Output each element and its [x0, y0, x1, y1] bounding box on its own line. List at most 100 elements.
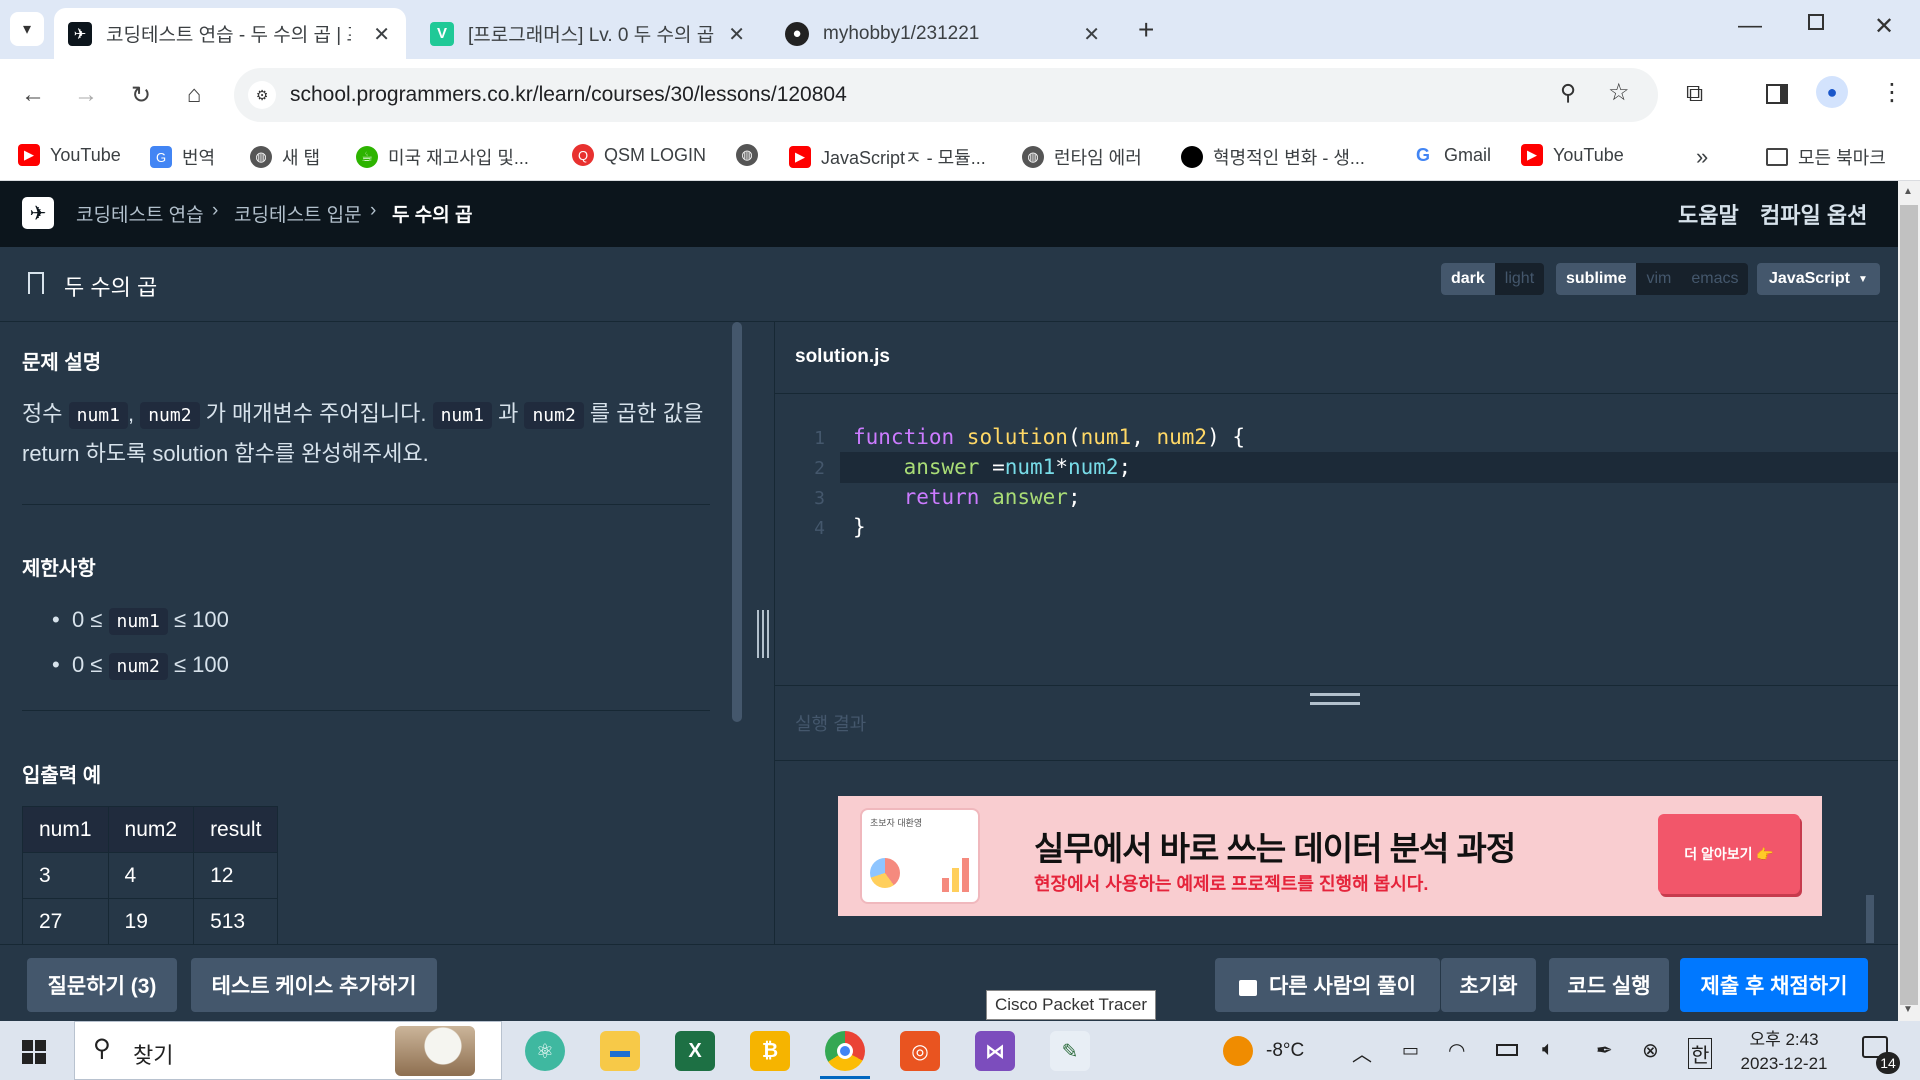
bookmark-item[interactable]: ▶ JavaScriptㅈ - 모듈...	[789, 144, 986, 170]
atom-app-icon[interactable]: ⚛	[525, 1031, 565, 1071]
left-scrollbar[interactable]	[732, 322, 742, 722]
browser-tab-active[interactable]: ✈ 코딩테스트 연습 - 두 수의 곱 | 프로그래머스 스쿨 ✕	[54, 8, 406, 59]
close-window-icon[interactable]: ✕	[1874, 12, 1894, 41]
clock-date[interactable]: 2023-12-21	[1734, 1054, 1834, 1074]
page-scrollbar-thumb[interactable]	[1900, 205, 1918, 1005]
bookmark-item[interactable]: 혁명적인 변화 - 생...	[1181, 144, 1365, 170]
browser-tab[interactable]: V [프로그래머스] Lv. 0 두 수의 곱 ✕	[416, 8, 761, 59]
result-resize-handle[interactable]	[1310, 693, 1360, 705]
code-line[interactable]: answer =num1*num2;	[853, 455, 1132, 479]
breadcrumb-item[interactable]: 코딩테스트 입문	[234, 200, 362, 227]
sidepanel-icon[interactable]	[1766, 84, 1788, 104]
taskbar-search-box[interactable]: ⚲ 찾기	[74, 1021, 502, 1080]
bookmark-item[interactable]: G Gmail	[1412, 144, 1491, 166]
compile-options-link[interactable]: 컴파일 옵션	[1760, 198, 1867, 230]
minimize-icon[interactable]: —	[1738, 12, 1762, 40]
ad-banner[interactable]: 초보자 대환영 실무에서 바로 쓰는 데이터 분석 과정 현장에서 사용하는 예…	[838, 796, 1822, 916]
code-line[interactable]: }	[853, 515, 866, 539]
keymap-sublime-button[interactable]: sublime	[1556, 263, 1637, 295]
ask-question-button[interactable]: 질문하기 (3)	[27, 958, 177, 1012]
weather-icon[interactable]	[1223, 1036, 1253, 1066]
profile-avatar-icon[interactable]: ●	[1816, 76, 1848, 108]
wifi-icon[interactable]: ◠	[1448, 1038, 1465, 1063]
search-placeholder: 찾기	[133, 1043, 174, 1068]
menu-kebab-icon[interactable]: ⋮	[1880, 78, 1904, 107]
scroll-down-icon[interactable]: ▼	[1903, 1004, 1913, 1015]
volume-icon[interactable]: 🔈︎	[1542, 1038, 1554, 1061]
others-solutions-button[interactable]: 다른 사람의 풀이	[1215, 958, 1440, 1012]
browser-tab[interactable]: ● myhobby1/231221 ✕	[771, 8, 1116, 59]
text-span: 가 매개변수 주어집니다.	[205, 401, 427, 426]
site-info-icon[interactable]: ⚙	[248, 81, 276, 109]
ad-cta-button[interactable]: 더 알아보기 👉	[1658, 814, 1800, 894]
panel-splitter-handle[interactable]	[757, 610, 769, 658]
bookmark-label: 런타임 에러	[1054, 148, 1142, 168]
table-cell: 4	[107, 852, 195, 899]
camera-icon[interactable]: ▭	[1402, 1040, 1419, 1061]
keymap-emacs-button[interactable]: emacs	[1681, 263, 1748, 295]
extensions-icon[interactable]: ⧉	[1686, 80, 1703, 108]
zoom-icon[interactable]: ⚲	[1560, 80, 1576, 106]
new-tab-icon[interactable]: +	[1138, 14, 1154, 46]
ime-off-icon[interactable]: ⊗	[1642, 1038, 1659, 1063]
code-line[interactable]: return answer;	[853, 485, 1081, 509]
windows-start-icon[interactable]	[22, 1040, 46, 1064]
run-code-button[interactable]: 코드 실행	[1549, 958, 1669, 1012]
bookmark-item[interactable]: ☕ 미국 재고사입 및...	[356, 144, 529, 170]
reset-button[interactable]: 초기화	[1441, 958, 1536, 1012]
url-text[interactable]: school.programmers.co.kr/learn/courses/3…	[290, 83, 847, 107]
globe-icon: ◍	[736, 144, 758, 166]
ad-subtitle: 현장에서 사용하는 예제로 프로젝트를 진행해 봅시다.	[1034, 874, 1429, 894]
ubuntu-icon[interactable]: ◎	[900, 1031, 940, 1071]
all-bookmarks[interactable]: 모든 북마크	[1766, 144, 1886, 170]
close-tab-icon[interactable]: ✕	[373, 22, 390, 47]
bookmark-item[interactable]: ◍ 런타임 에러	[1022, 144, 1142, 170]
file-explorer-icon[interactable]: ▬	[600, 1031, 640, 1071]
submit-button[interactable]: 제출 후 채점하기	[1680, 958, 1868, 1012]
bookmark-item[interactable]: ◍	[736, 144, 768, 166]
keymap-vim-button[interactable]: vim	[1636, 263, 1681, 295]
forward-icon[interactable]: →	[68, 77, 104, 113]
add-test-case-button[interactable]: 테스트 케이스 추가하기	[191, 958, 437, 1012]
theme-dark-button[interactable]: dark	[1441, 263, 1495, 295]
result-scrollbar[interactable]	[1866, 895, 1874, 943]
more-bookmarks-icon[interactable]: »	[1696, 144, 1708, 170]
scroll-up-icon[interactable]: ▲	[1903, 186, 1913, 197]
code-token: function	[853, 425, 967, 449]
cisco-packet-tracer-icon[interactable]: ✎	[1050, 1031, 1090, 1071]
programmers-logo-icon[interactable]: ✈	[22, 197, 54, 229]
battery-icon[interactable]	[1496, 1044, 1518, 1056]
bookmark-item[interactable]: G 번역	[150, 144, 215, 170]
code-token: =	[992, 455, 1005, 479]
theme-light-button[interactable]: light	[1495, 263, 1544, 295]
ad-title: 실무에서 바로 쓰는 데이터 분석 과정	[1034, 830, 1516, 867]
bookmark-item[interactable]: ▶ YouTube	[18, 144, 121, 166]
chrome-icon[interactable]	[825, 1031, 865, 1071]
close-tab-icon[interactable]: ✕	[728, 22, 745, 47]
breadcrumb-item[interactable]: 코딩테스트 연습	[76, 200, 204, 227]
weather-temp[interactable]: -8°C	[1266, 1040, 1304, 1062]
code-line[interactable]: function solution(num1, num2) {	[853, 425, 1245, 449]
chevron-up-icon[interactable]: ︿	[1352, 1038, 1372, 1067]
help-link[interactable]: 도움말	[1678, 198, 1739, 230]
tab-search-button[interactable]: ▾	[10, 12, 44, 46]
bookmark-icon[interactable]	[28, 272, 44, 294]
ime-language[interactable]: 한	[1688, 1038, 1713, 1069]
home-icon[interactable]: ⌂	[176, 77, 212, 113]
clock-time[interactable]: 오후 2:43	[1746, 1025, 1822, 1050]
restore-icon[interactable]	[1808, 14, 1824, 30]
close-tab-icon[interactable]: ✕	[1083, 22, 1100, 47]
pen-icon[interactable]: ✒	[1596, 1038, 1613, 1063]
bookmark-item[interactable]: Q QSM LOGIN	[572, 144, 706, 166]
bookmark-item[interactable]: ▶ YouTube	[1521, 144, 1624, 166]
language-select[interactable]: JavaScript ▼	[1757, 263, 1880, 295]
back-icon[interactable]: ←	[15, 77, 51, 113]
bookmark-star-icon[interactable]: ☆	[1608, 78, 1630, 107]
visual-studio-icon[interactable]: ⋈	[975, 1031, 1015, 1071]
constraint-item: • 0 ≤ num1 ≤ 100	[52, 600, 229, 642]
code-token: return	[853, 485, 993, 509]
notes-app-icon[interactable]: ₿	[750, 1031, 790, 1071]
excel-icon[interactable]: X	[675, 1031, 715, 1071]
reload-icon[interactable]: ↻	[123, 77, 159, 113]
bookmark-item[interactable]: ◍ 새 탭	[250, 144, 320, 170]
